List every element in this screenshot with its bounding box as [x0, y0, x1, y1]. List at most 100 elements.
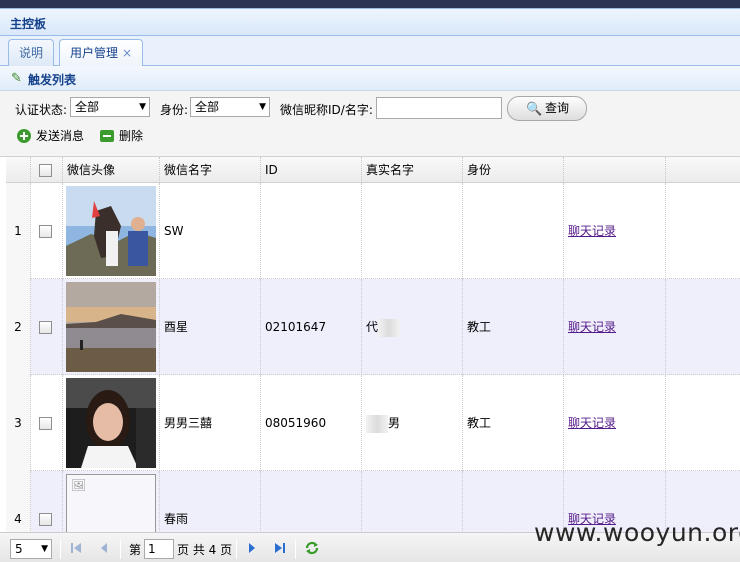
tab-instructions-label: 说明 — [19, 46, 44, 60]
row-checkbox[interactable] — [39, 417, 52, 430]
broken-image-icon: 🖼 — [71, 478, 87, 492]
tab-bar: 说明 用户管理 × — [0, 36, 740, 67]
table-row: 1 SW 聊天记录 — [6, 183, 740, 279]
panel-title: 主控板 — [10, 17, 47, 31]
header-rownum — [6, 157, 31, 183]
query-button[interactable]: 🔍 查询 — [507, 96, 587, 121]
next-page-icon[interactable] — [246, 542, 258, 554]
refresh-icon[interactable] — [304, 540, 320, 556]
header-real-name: 真实名字 — [362, 157, 463, 183]
identity-cell: 教工 — [463, 279, 564, 375]
query-button-label: 查询 — [545, 101, 570, 115]
chat-log-cell: 聊天记录 — [564, 183, 666, 279]
row-checkbox[interactable] — [39, 513, 52, 526]
chevron-down-icon: ▼ — [41, 544, 48, 554]
previous-page-icon[interactable] — [98, 542, 110, 554]
header-identity: 身份 — [463, 157, 564, 183]
select-all-checkbox[interactable] — [39, 164, 52, 177]
watermark: www.wooyun.org — [534, 518, 740, 547]
chat-log-link[interactable]: 聊天记录 — [568, 320, 616, 334]
chat-log-cell: 聊天记录 — [564, 375, 666, 471]
chat-log-cell: 聊天记录 — [564, 279, 666, 375]
separator — [120, 539, 121, 559]
row-number: 4 — [6, 471, 31, 532]
header-wechat-name: 微信名字 — [160, 157, 261, 183]
remove-icon — [100, 129, 114, 142]
search-icon: 🔍 — [526, 102, 543, 117]
row-checkbox[interactable] — [39, 321, 52, 334]
name-search-label: 微信昵称ID/名字: — [280, 103, 373, 117]
tab-instructions[interactable]: 说明 — [8, 39, 55, 66]
id-cell — [261, 183, 362, 279]
real-name-last: 男 — [388, 416, 401, 430]
page-prefix: 第 — [129, 543, 142, 557]
avatar — [66, 186, 156, 276]
header-actions — [564, 157, 666, 183]
add-icon — [17, 128, 31, 143]
header-id: ID — [261, 157, 362, 183]
row-checkbox-cell — [31, 471, 63, 532]
identity-select[interactable]: 全部 ▼ — [190, 97, 270, 117]
close-icon[interactable]: × — [122, 46, 132, 60]
separator — [295, 539, 296, 559]
first-page-icon[interactable] — [70, 542, 82, 554]
avatar-cell — [63, 375, 160, 471]
grid-title-bar: ✎ 触发列表 — [0, 66, 740, 91]
header-avatar: 微信头像 — [63, 157, 160, 183]
real-name-cell: 张男 — [362, 375, 463, 471]
tab-user-management[interactable]: 用户管理 × — [59, 39, 144, 67]
chevron-down-icon: ▼ — [139, 102, 146, 112]
table-header: 微信头像 微信名字 ID 真实名字 身份 — [6, 157, 740, 183]
top-bar — [0, 0, 740, 8]
table-row: 2 酉星 02101647 代辉 教工 聊天记录 — [6, 279, 740, 375]
tab-user-management-label: 用户管理 — [70, 46, 119, 60]
grid-title: 触发列表 — [28, 73, 77, 87]
real-name-cell — [362, 183, 463, 279]
real-name-cell: 代辉 — [362, 279, 463, 375]
user-table: 微信头像 微信名字 ID 真实名字 身份 1 SW 聊天记录 2 酉星 0210… — [6, 157, 740, 532]
wechat-name-cell: 男男三囍 — [160, 375, 261, 471]
wechat-name-cell: SW — [160, 183, 261, 279]
wechat-name-cell: 春雨 — [160, 471, 261, 532]
identity-cell — [463, 183, 564, 279]
page-total-text: 页 共 4 页 — [177, 543, 233, 557]
row-number: 1 — [6, 183, 31, 279]
avatar — [66, 378, 156, 468]
avatar-placeholder: 🖼 — [66, 474, 156, 532]
row-checkbox-cell — [31, 183, 63, 279]
page-number-input[interactable]: 1 — [144, 539, 174, 559]
avatar-cell — [63, 279, 160, 375]
redacted-block — [366, 414, 388, 433]
delete-button[interactable]: 删除 — [100, 126, 143, 146]
identity-value: 全部 — [195, 100, 220, 114]
separator — [236, 539, 237, 559]
send-message-button[interactable]: 发送消息 — [17, 126, 84, 146]
row-checkbox[interactable] — [39, 225, 52, 238]
real-name-first: 代 — [366, 320, 379, 334]
row-number: 2 — [6, 279, 31, 375]
chat-log-link[interactable]: 聊天记录 — [568, 416, 616, 430]
chat-log-link[interactable]: 聊天记录 — [568, 224, 616, 238]
delete-label: 删除 — [119, 129, 144, 143]
real-name-cell — [362, 471, 463, 532]
row-number: 3 — [6, 375, 31, 471]
page-size-select[interactable]: 5 ▼ — [10, 539, 52, 559]
avatar-cell: 🖼 — [63, 471, 160, 532]
header-select-all[interactable] — [31, 157, 63, 183]
id-cell — [261, 471, 362, 532]
chevron-down-icon: ▼ — [259, 102, 266, 112]
redacted-block — [378, 318, 401, 337]
row-checkbox-cell — [31, 375, 63, 471]
filter-toolbar: 认证状态: 全部 ▼ 身份: 全部 ▼ 微信昵称ID/名字: 🔍 查询 发送消息 删… — [0, 91, 740, 157]
separator — [60, 539, 61, 559]
id-cell: 08051960 — [261, 375, 362, 471]
auth-status-select[interactable]: 全部 ▼ — [70, 97, 150, 117]
pencil-icon: ✎ — [11, 71, 22, 86]
avatar-cell — [63, 183, 160, 279]
last-page-icon[interactable] — [274, 542, 286, 554]
id-cell: 02101647 — [261, 279, 362, 375]
avatar — [66, 282, 156, 372]
panel-header: 主控板 — [0, 8, 740, 36]
name-search-input[interactable] — [376, 97, 502, 119]
table-row: 3 男男三囍 08051960 张男 教工 聊天记录 — [6, 375, 740, 471]
